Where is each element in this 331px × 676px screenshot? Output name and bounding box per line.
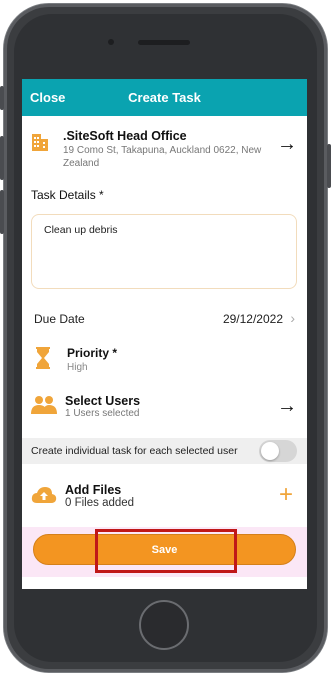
priority-value: High xyxy=(67,362,88,373)
page-title: Create Task xyxy=(128,90,201,105)
site-address: 19 Como St, Takapuna, Auckland 0622, New… xyxy=(63,145,262,169)
select-users-label: Select Users xyxy=(65,394,141,408)
volume-up-button xyxy=(0,136,4,180)
due-date-row[interactable]: Due Date 29/12/2022 › xyxy=(22,309,307,331)
arrow-right-icon[interactable]: → xyxy=(277,133,297,156)
select-users-summary: 1 Users selected xyxy=(65,408,140,419)
toggle-knob xyxy=(261,442,279,460)
plus-icon[interactable]: + xyxy=(279,481,293,509)
home-button[interactable] xyxy=(139,600,189,650)
mute-switch xyxy=(0,86,4,110)
individual-task-row: Create individual task for each selected… xyxy=(22,438,307,464)
highlight-box xyxy=(95,529,237,573)
priority-row[interactable]: Priority * High xyxy=(22,341,307,381)
task-details-label: Task Details * xyxy=(31,188,104,202)
add-files-summary: 0 Files added xyxy=(65,497,135,509)
chevron-right-icon: › xyxy=(290,310,295,326)
front-camera xyxy=(108,39,114,45)
due-date-value: 29/12/2022 xyxy=(222,312,283,326)
power-button xyxy=(327,144,331,188)
task-details-value: Clean up debris xyxy=(44,224,118,236)
select-users-row[interactable]: Select Users 1 Users selected → xyxy=(22,390,307,430)
due-date-label: Due Date xyxy=(34,312,85,326)
task-details-input[interactable]: Clean up debris xyxy=(31,214,297,289)
app-screen: Close Create Task .SiteSoft Head Office … xyxy=(22,79,307,589)
arrow-right-icon[interactable]: → xyxy=(277,395,297,418)
top-bar: Close Create Task xyxy=(22,79,307,116)
add-files-row[interactable]: Add Files 0 Files added + xyxy=(22,479,307,515)
save-area: Save xyxy=(22,527,307,577)
building-icon xyxy=(31,130,49,157)
earpiece-speaker xyxy=(138,40,190,45)
site-selector[interactable]: .SiteSoft Head Office 19 Como St, Takapu… xyxy=(22,116,307,173)
individual-task-label: Create individual task for each selected… xyxy=(31,445,238,457)
site-name: .SiteSoft Head Office xyxy=(63,129,187,143)
priority-label: Priority * xyxy=(67,346,118,360)
users-icon xyxy=(31,395,57,420)
add-files-label: Add Files xyxy=(65,483,122,497)
cloud-upload-icon xyxy=(31,485,57,510)
individual-task-toggle[interactable] xyxy=(259,440,297,462)
volume-down-button xyxy=(0,190,4,234)
hourglass-icon xyxy=(35,347,51,374)
